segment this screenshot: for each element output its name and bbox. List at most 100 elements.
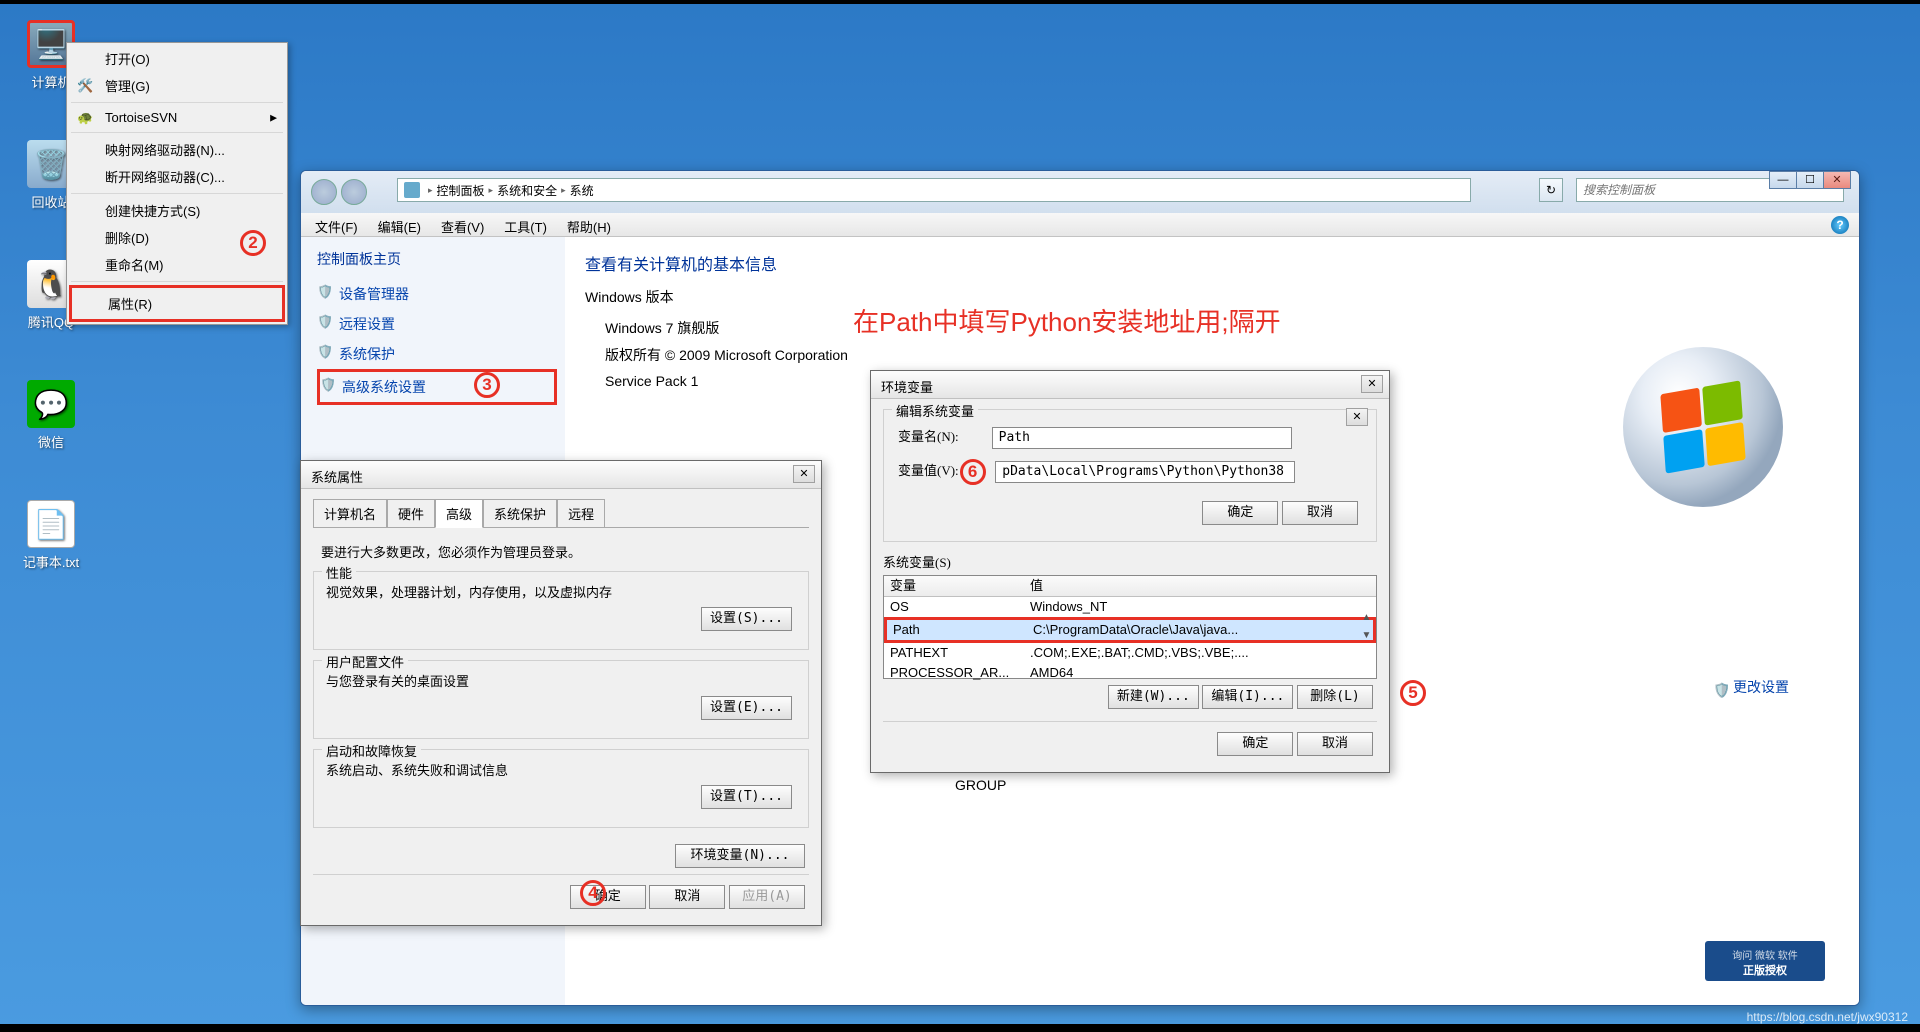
list-row-path[interactable]: PathC:\ProgramData\Oracle\Java\java... xyxy=(884,617,1376,643)
list-row[interactable]: PROCESSOR_AR...AMD64 xyxy=(884,663,1376,683)
shield-icon: 🛡️ xyxy=(317,284,333,300)
close-button[interactable]: ✕ xyxy=(793,465,815,483)
link-device-manager[interactable]: 🛡️ 设备管理器 xyxy=(317,279,557,309)
separator xyxy=(71,132,283,133)
ctx-disconnect-network[interactable]: 断开网络驱动器(C)... xyxy=(69,163,285,190)
ctx-label: 重命名(M) xyxy=(105,258,164,273)
sysvars-label: 系统变量(S) xyxy=(883,552,1377,571)
dialog-title[interactable]: 环境变量✕ xyxy=(871,371,1389,399)
new-button[interactable]: 新建(W)... xyxy=(1108,685,1199,709)
cancel-button[interactable]: 取消 xyxy=(1282,501,1358,525)
close-button[interactable]: ✕ xyxy=(1361,375,1383,393)
perf-settings-button[interactable]: 设置(S)... xyxy=(701,607,792,631)
cancel-button[interactable]: 取消 xyxy=(1297,732,1373,756)
apply-button[interactable]: 应用(A) xyxy=(729,885,805,909)
ctx-map-network[interactable]: 映射网络驱动器(N)... xyxy=(69,136,285,163)
link-remote[interactable]: 🛡️远程设置 xyxy=(317,309,557,339)
ok-button[interactable]: 确定 xyxy=(1217,732,1293,756)
group-label: 用户配置文件 xyxy=(322,652,408,671)
maximize-button[interactable]: ☐ xyxy=(1796,171,1824,189)
ctx-label: 删除(D) xyxy=(105,231,149,246)
menu-file[interactable]: 文件(F) xyxy=(305,213,368,236)
delete-button[interactable]: 删除(L) xyxy=(1297,685,1373,709)
menu-view[interactable]: 查看(V) xyxy=(431,213,494,236)
letterbox-top xyxy=(0,0,1920,4)
menu-edit[interactable]: 编辑(E) xyxy=(368,213,431,236)
separator xyxy=(71,281,283,282)
close-button[interactable]: ✕ xyxy=(1346,408,1368,426)
group-label: 启动和故障恢复 xyxy=(322,741,421,760)
titlebar[interactable]: ▸ 控制面板 ▸ 系统和安全 ▸ 系统 ↻ — ☐ ✕ xyxy=(301,171,1859,213)
link-label: 设备管理器 xyxy=(339,286,409,302)
tab-system-protection[interactable]: 系统保护 xyxy=(483,499,557,528)
desktop-icon-notepad[interactable]: 📄 记事本.txt xyxy=(16,500,86,571)
varval-input[interactable]: pData\Local\Programs\Python\Python38 xyxy=(995,461,1295,483)
watermark: https://blog.csdn.net/jwx90312 xyxy=(1747,1010,1908,1024)
link-label: 系统保护 xyxy=(339,346,395,362)
ctx-open[interactable]: 打开(O) xyxy=(69,45,285,72)
group-performance: 性能 视觉效果，处理器计划，内存使用，以及虚拟内存 设置(S)... xyxy=(313,571,809,650)
cancel-button[interactable]: 取消 xyxy=(649,885,725,909)
sysvars-list[interactable]: 变量值 OSWindows_NT PathC:\ProgramData\Orac… xyxy=(883,575,1377,679)
env-var-button[interactable]: 环境变量(N)... xyxy=(675,844,805,868)
close-button[interactable]: ✕ xyxy=(1823,171,1851,189)
scrollbar-icon[interactable]: ▲▼ xyxy=(1359,609,1374,645)
breadcrumb-item[interactable]: 控制面板 xyxy=(437,182,485,199)
ctx-label: TortoiseSVN xyxy=(105,110,177,125)
ctx-label: 映射网络驱动器(N)... xyxy=(105,143,225,158)
annotation-3: 3 xyxy=(474,372,500,398)
nav-buttons xyxy=(311,179,367,205)
varname-input[interactable]: Path xyxy=(992,427,1292,449)
forward-button[interactable] xyxy=(341,179,367,205)
ctx-properties[interactable]: 属性(R) xyxy=(69,285,285,322)
ctx-manage[interactable]: 🛠️管理(G) xyxy=(69,72,285,99)
ctx-label: 管理(G) xyxy=(105,79,150,94)
list-row[interactable]: OSWindows_NT xyxy=(884,597,1376,617)
tab-remote[interactable]: 远程 xyxy=(557,499,605,528)
separator xyxy=(71,193,283,194)
back-button[interactable] xyxy=(311,179,337,205)
tab-computer-name[interactable]: 计算机名 xyxy=(313,499,387,528)
breadcrumb[interactable]: ▸ 控制面板 ▸ 系统和安全 ▸ 系统 xyxy=(397,178,1471,202)
refresh-button[interactable]: ↻ xyxy=(1539,178,1563,202)
annotation-6: 6 xyxy=(960,459,986,485)
separator xyxy=(71,102,283,103)
startup-settings-button[interactable]: 设置(T)... xyxy=(701,785,792,809)
change-settings-link[interactable]: 🛡️更改设置 xyxy=(1713,677,1789,698)
minimize-button[interactable]: — xyxy=(1769,171,1797,189)
ok-button[interactable]: 确定 xyxy=(1202,501,1278,525)
context-menu: 打开(O) 🛠️管理(G) 🐢TortoiseSVN▶ 映射网络驱动器(N)..… xyxy=(66,42,288,325)
wechat-icon: 💬 xyxy=(27,380,75,428)
ctx-label: 属性(R) xyxy=(108,297,152,312)
window-controls: — ☐ ✕ xyxy=(1770,171,1851,189)
ctx-tortoisesvn[interactable]: 🐢TortoiseSVN▶ xyxy=(69,106,285,129)
link-label: 高级系统设置 xyxy=(342,379,426,395)
help-icon[interactable]: ? xyxy=(1831,216,1849,234)
ctx-shortcut[interactable]: 创建快捷方式(S) xyxy=(69,197,285,224)
system-properties-dialog: 系统属性✕ 计算机名 硬件 高级 系统保护 远程 要进行大多数更改，您必须作为管… xyxy=(300,460,822,926)
profile-settings-button[interactable]: 设置(E)... xyxy=(701,696,792,720)
link-system-protection[interactable]: 🛡️系统保护 xyxy=(317,339,557,369)
annotation-text: 在Path中填写Python安装地址用;隔开 xyxy=(853,302,1281,339)
open-icon xyxy=(77,51,93,67)
tab-advanced[interactable]: 高级 xyxy=(435,499,483,528)
desktop-icon-label: 微信 xyxy=(16,432,86,451)
submenu-arrow-icon: ▶ xyxy=(270,112,277,123)
menu-tools[interactable]: 工具(T) xyxy=(494,213,557,236)
env-var-dialog: 环境变量✕ 编辑系统变量 ✕ 变量名(N): Path 变量值(V): 6 pD… xyxy=(870,370,1390,773)
group-label: 性能 xyxy=(322,563,356,582)
page-heading: 查看有关计算机的基本信息 xyxy=(585,251,1839,275)
ctx-label: 断开网络驱动器(C)... xyxy=(105,170,225,185)
breadcrumb-item[interactable]: 系统和安全 xyxy=(497,182,557,199)
menu-help[interactable]: 帮助(H) xyxy=(557,213,621,236)
link-advanced-settings[interactable]: 🛡️高级系统设置 xyxy=(317,369,557,405)
list-row[interactable]: PATHEXT.COM;.EXE;.BAT;.CMD;.VBS;.VBE;...… xyxy=(884,643,1376,663)
breadcrumb-item[interactable]: 系统 xyxy=(570,182,594,199)
edit-button[interactable]: 编辑(I)... xyxy=(1202,685,1293,709)
group-desc: 与您登录有关的桌面设置 xyxy=(326,671,796,690)
desktop-icon-wechat[interactable]: 💬 微信 xyxy=(16,380,86,451)
tab-hardware[interactable]: 硬件 xyxy=(387,499,435,528)
genuine-badge: 询问 微软 软件正版授权 xyxy=(1705,941,1825,981)
group-user-profile: 用户配置文件 与您登录有关的桌面设置 设置(E)... xyxy=(313,660,809,739)
dialog-title[interactable]: 系统属性✕ xyxy=(301,461,821,489)
